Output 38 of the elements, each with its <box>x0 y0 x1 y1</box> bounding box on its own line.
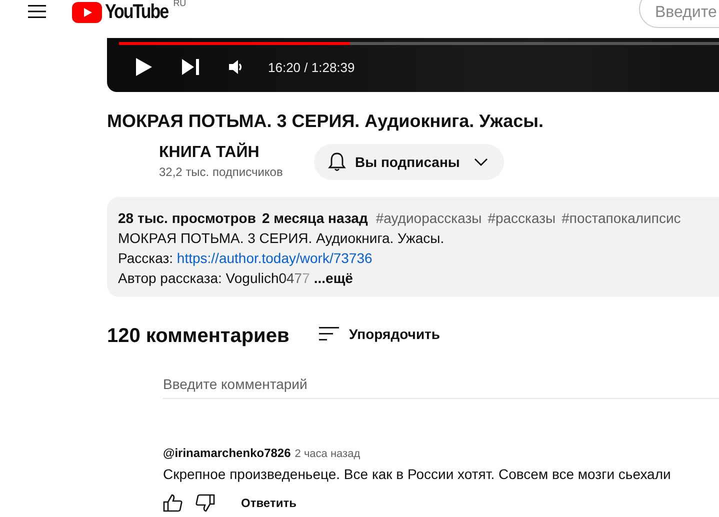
video-title: МОКРАЯ ПОТЬМА. 3 СЕРИЯ. Аудиокнига. Ужасы. <box>107 110 544 133</box>
time-display: 16:20 / 1:28:39 <box>268 60 355 74</box>
sort-button[interactable]: Упорядочить <box>319 326 440 342</box>
upload-date: 2 месяца назад <box>262 209 368 228</box>
hashtag-link[interactable]: #аудиорассказы <box>376 208 482 228</box>
description-text: МОКРАЯ ПОТЬМА. 3 СЕРИЯ. Аудиокнига. Ужасы. <box>118 229 444 248</box>
video-player[interactable]: 16:20 / 1:28:39 <box>107 38 719 92</box>
progress-track[interactable] <box>119 42 719 45</box>
menu-icon[interactable] <box>28 4 46 18</box>
hashtag-link[interactable]: #рассказы <box>488 208 556 228</box>
comment-time[interactable]: 2 часа назад <box>294 448 360 460</box>
description-panel[interactable]: 28 тыс. просмотров 2 месяца назад #аудиорассказы #рассказы #постапокалипсис МОКРАЯ ПОТЬМА. 3 СЕРИЯ. Аудиокнига. Ужасы. Рассказ: https://author.today/work/73736 Автор рассказа: Vogulich0477 ...ещё <box>107 197 719 297</box>
view-count: 28 тыс. просмотров <box>118 209 256 228</box>
region-label: RU <box>173 0 186 8</box>
description-text: Рассказ: <box>118 249 174 268</box>
show-more-link[interactable]: ...ещё <box>314 268 353 288</box>
hashtag-link[interactable]: #постапокалипсис <box>562 208 681 228</box>
comment-count: 120 комментариев <box>107 325 290 348</box>
subscribe-button[interactable]: Вы подписаны <box>314 144 504 180</box>
bell-icon <box>328 152 346 172</box>
search-field[interactable]: Введите <box>639 0 719 28</box>
sort-icon <box>319 326 339 340</box>
description-text: Автор рассказа: Vogulich0477 <box>118 269 310 288</box>
play-icon[interactable] <box>135 58 152 76</box>
comment-text: Скрепное произведеньеце. Все как в России хотят. Совсем все мозги сьехали <box>163 466 672 482</box>
volume-icon[interactable] <box>229 60 243 74</box>
chevron-down-icon <box>474 158 488 166</box>
logo-icon[interactable] <box>72 2 102 22</box>
subscriber-count: 32,2 тыс. подписчиков <box>159 164 284 181</box>
comment-author[interactable]: @irinamarchenko7826 <box>163 446 291 460</box>
thumbs-down-icon[interactable] <box>195 494 215 512</box>
channel-name[interactable]: КНИГА ТАЙН <box>159 143 314 163</box>
description-link[interactable]: https://author.today/work/73736 <box>176 248 372 268</box>
logo-text[interactable]: YouTube <box>105 0 168 24</box>
thumbs-up-icon[interactable] <box>163 494 183 512</box>
reply-button[interactable]: Ответить <box>241 496 296 510</box>
comment-input[interactable]: Введите комментарий <box>163 376 719 399</box>
next-icon[interactable] <box>182 59 199 75</box>
